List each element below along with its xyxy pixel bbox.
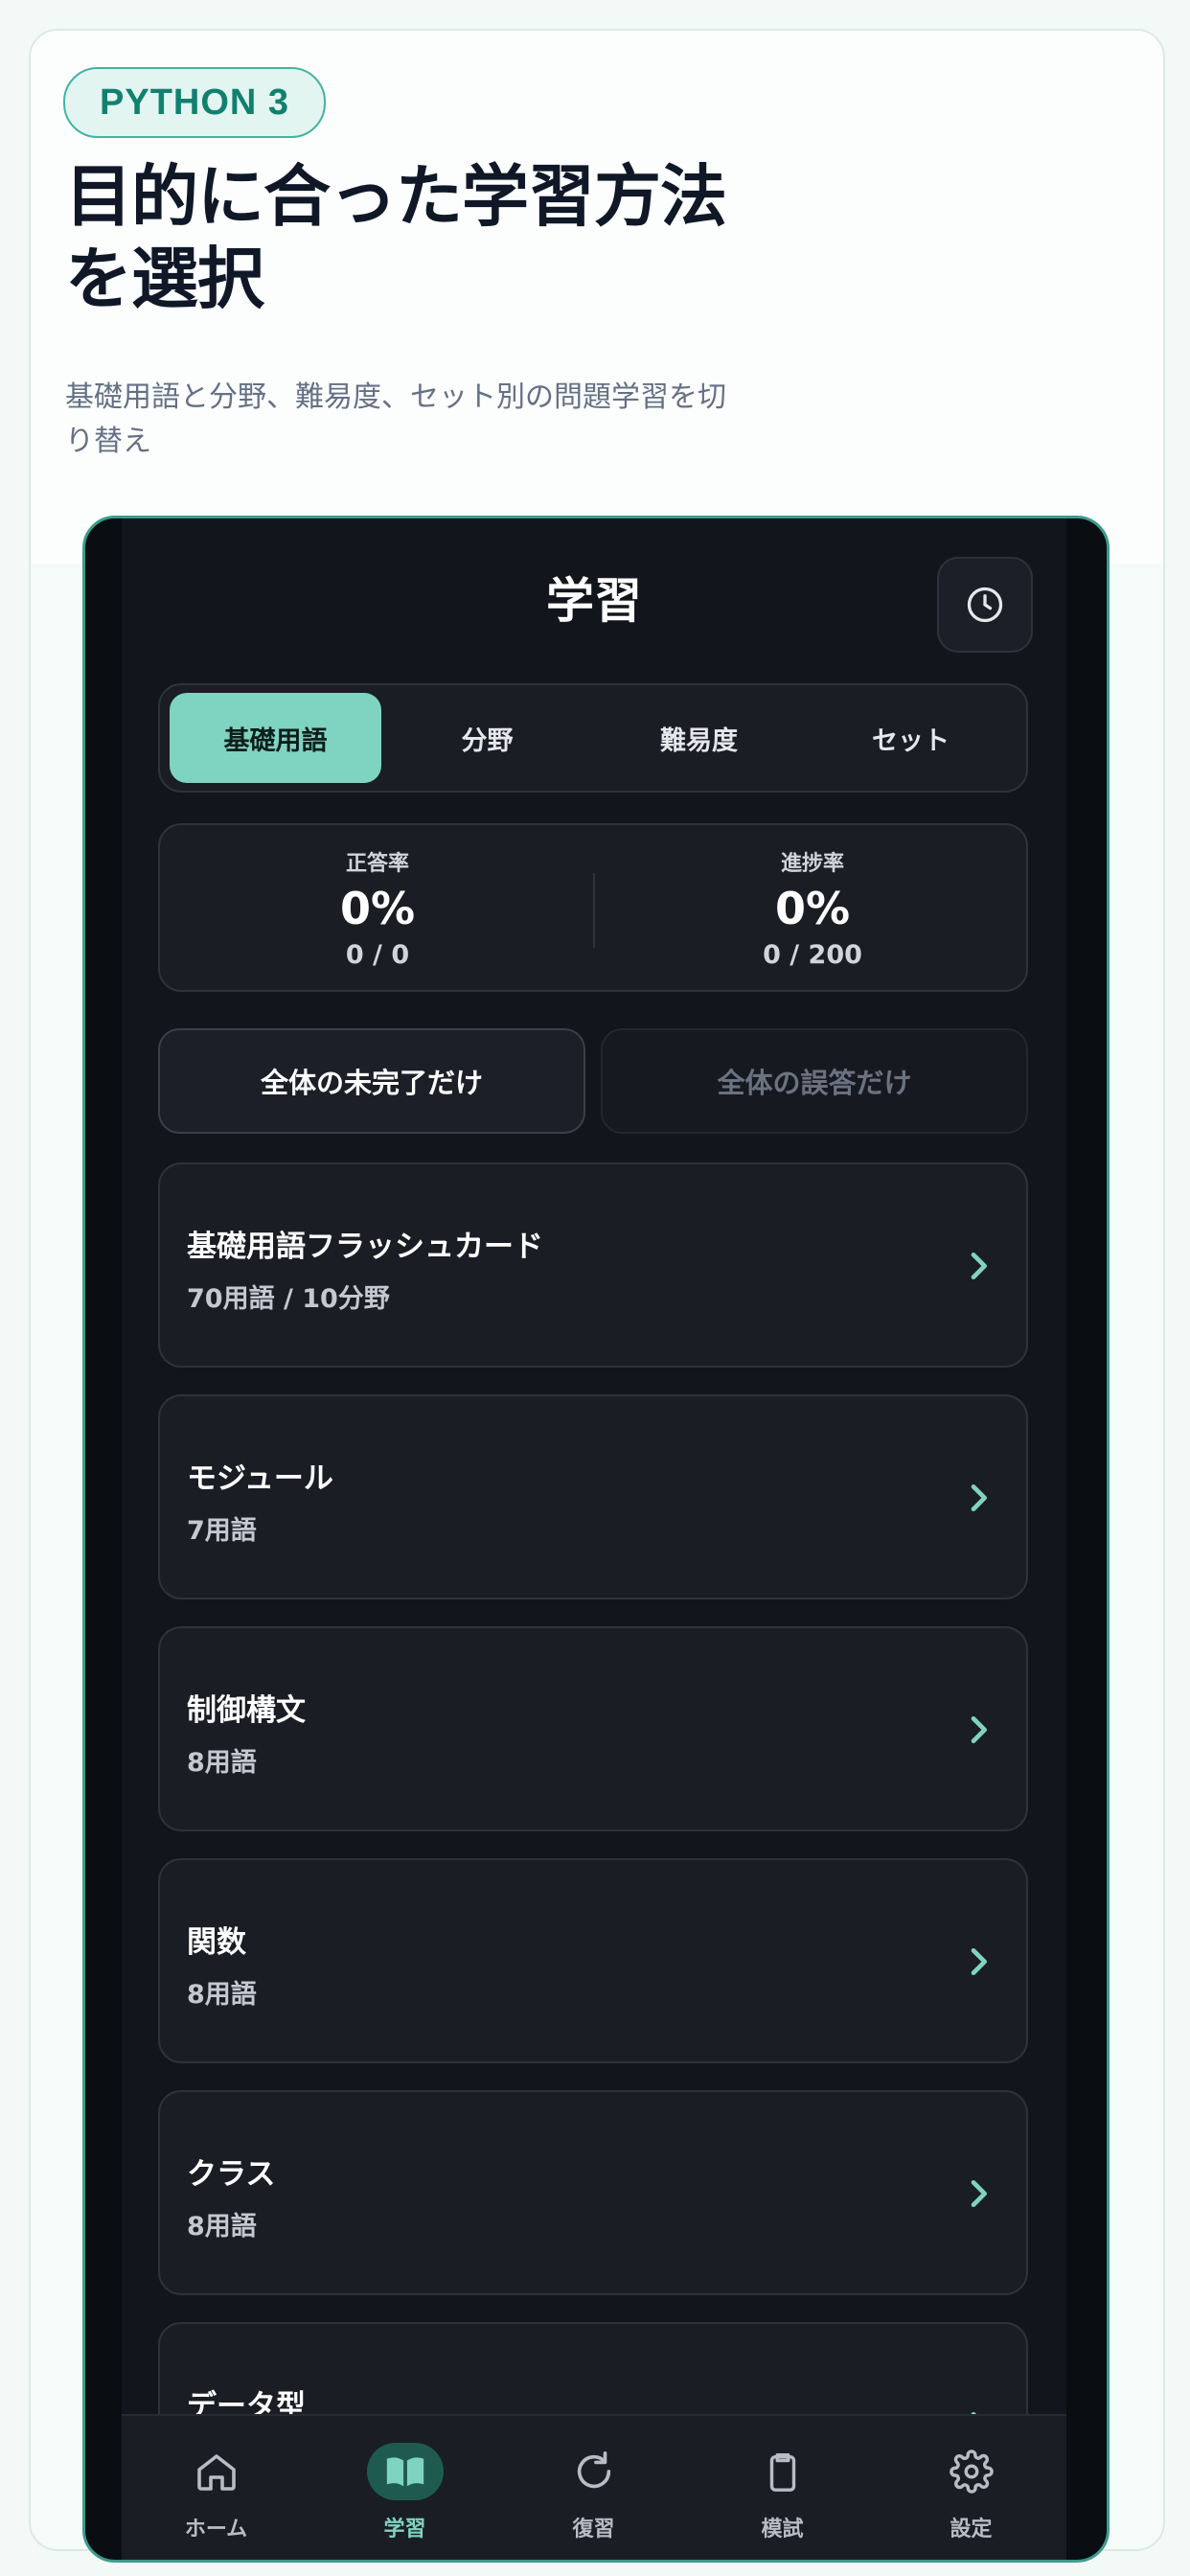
clipboard-icon — [769, 2453, 795, 2492]
stats-panel: 正答率 0% 0 / 0 進捗率 0% 0 / 200 — [158, 823, 1028, 992]
home-icon — [196, 2454, 236, 2491]
list-item-subtitle: 8用語 — [187, 1748, 257, 1778]
tab-label: 学習 — [383, 2518, 426, 2542]
segment-set[interactable]: セット — [805, 693, 1017, 783]
accuracy-label: 正答率 — [345, 852, 409, 876]
gear-icon — [949, 2450, 994, 2494]
tab-mock-exam[interactable]: 模試 — [688, 2416, 877, 2560]
clock-icon — [967, 586, 1003, 623]
accuracy-detail: 0 / 0 — [345, 940, 410, 970]
tab-review[interactable]: 復習 — [499, 2416, 688, 2560]
list-item-title: クラス — [187, 2157, 276, 2192]
tab-label: 模試 — [761, 2518, 804, 2542]
segment-basic-terms[interactable]: 基礎用語 — [170, 693, 381, 783]
segment-field[interactable]: 分野 — [381, 693, 593, 783]
wrong-only-button[interactable]: 全体の誤答だけ — [601, 1028, 1028, 1134]
list-item-subtitle: 7用語 — [187, 1516, 257, 1546]
list-item-subtitle: 70用語 / 10分野 — [187, 1284, 390, 1314]
list-item[interactable]: 基礎用語フラッシュカード 70用語 / 10分野 — [158, 1162, 1028, 1368]
promo-headline: 目的に合った学習方法を選択 — [65, 157, 727, 318]
segment-difficulty[interactable]: 難易度 — [593, 693, 805, 783]
progress-stat: 進捗率 0% 0 / 200 — [595, 825, 1030, 990]
list-item-title: モジュール — [187, 1461, 333, 1496]
progress-label: 進捗率 — [780, 852, 844, 876]
tab-label: 復習 — [572, 2518, 615, 2542]
tab-settings[interactable]: 設定 — [877, 2416, 1065, 2560]
tab-home[interactable]: ホーム — [122, 2416, 310, 2560]
list-item[interactable]: 関数 8用語 — [158, 1858, 1028, 2063]
accuracy-stat: 正答率 0% 0 / 0 — [160, 825, 595, 990]
chevron-right-icon — [971, 1484, 987, 1511]
promo-subtitle: 基礎用語と分野、難易度、セット別の問題学習を切り替え — [65, 380, 726, 458]
accuracy-value: 0% — [339, 883, 416, 934]
list-item-subtitle: 8用語 — [187, 2212, 257, 2242]
book-icon — [386, 2457, 423, 2487]
mode-segmented-control: 基礎用語 分野 難易度 セット — [158, 683, 1028, 793]
bottom-tab-bar: ホーム 学習 復習 模試 設定 — [122, 2414, 1066, 2560]
list-item-title: 制御構文 — [187, 1693, 306, 1728]
tab-label: ホーム — [184, 2518, 248, 2542]
list-item-title: 関数 — [187, 1925, 246, 1960]
chevron-right-icon — [971, 1253, 987, 1279]
refresh-icon — [577, 2451, 610, 2489]
history-button[interactable] — [937, 557, 1033, 653]
chevron-right-icon — [971, 2180, 987, 2207]
list-item-title: 基礎用語フラッシュカード — [187, 1230, 543, 1264]
list-item[interactable]: クラス 8用語 — [158, 2090, 1028, 2295]
progress-detail: 0 / 200 — [763, 940, 862, 970]
list-item[interactable]: 制御構文 8用語 — [158, 1626, 1028, 1831]
chevron-right-icon — [971, 1716, 987, 1743]
progress-value: 0% — [774, 883, 851, 934]
tab-label: 設定 — [950, 2518, 993, 2542]
list-item-subtitle: 8用語 — [187, 1980, 257, 2010]
tab-study[interactable]: 学習 — [310, 2416, 499, 2560]
phone-frame: 学習 基礎用語 分野 難易度 セット 正答率 0% 0 / 0 進捗率 0% 0… — [82, 516, 1110, 2563]
incomplete-only-button[interactable]: 全体の未完了だけ — [158, 1028, 585, 1134]
list-item[interactable]: モジュール 7用語 — [158, 1394, 1028, 1599]
chevron-right-icon — [971, 1948, 987, 1975]
app-screen: 学習 基礎用語 分野 難易度 セット 正答率 0% 0 / 0 進捗率 0% 0… — [122, 518, 1066, 2560]
page-title: 学習 — [546, 573, 642, 629]
language-badge: PYTHON 3 — [63, 67, 327, 138]
